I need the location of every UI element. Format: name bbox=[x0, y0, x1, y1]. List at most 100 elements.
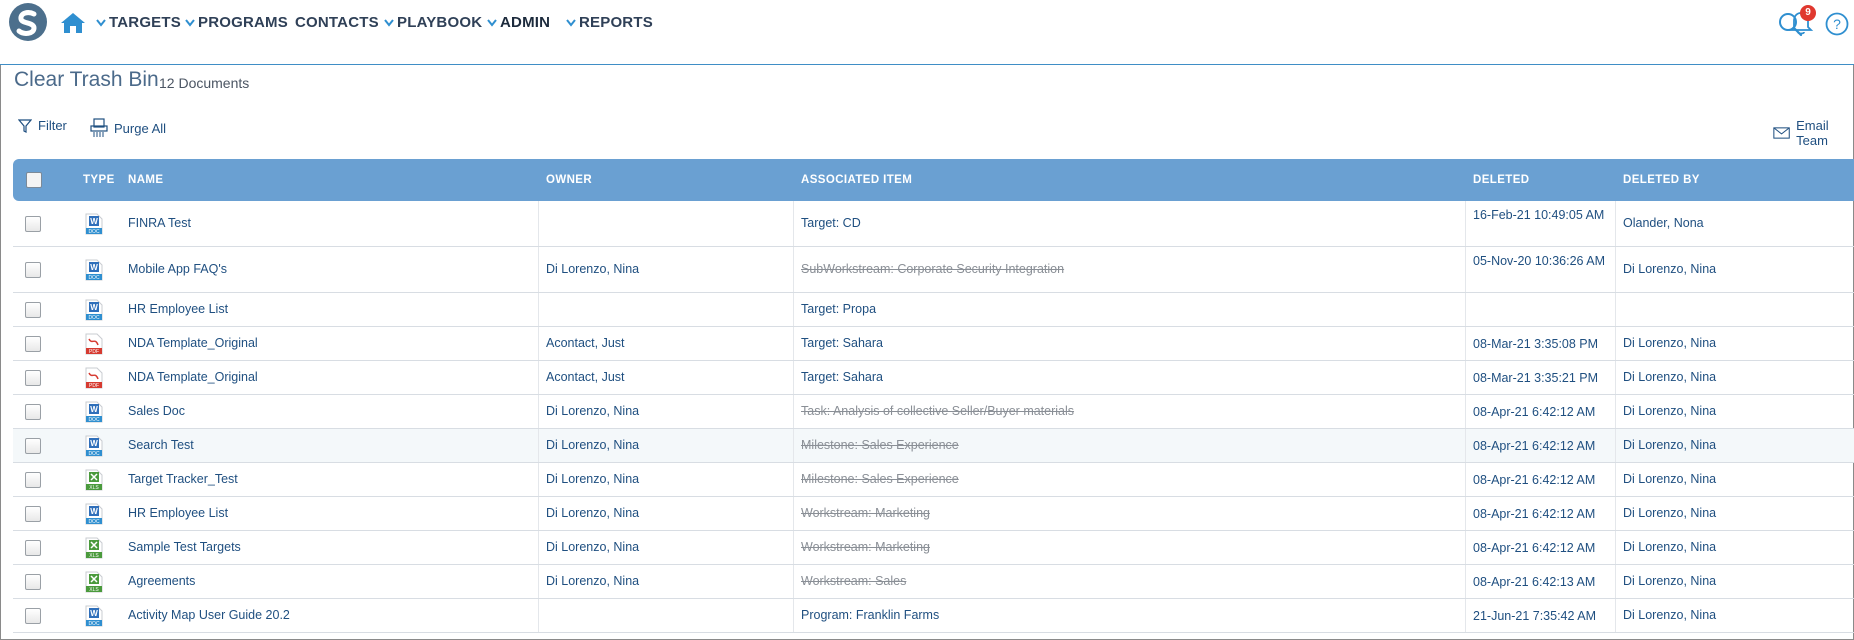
document-count: 12 Documents bbox=[159, 75, 250, 91]
column-divider bbox=[793, 565, 794, 598]
column-header-deleted[interactable]: DELETED bbox=[1473, 174, 1529, 186]
column-divider bbox=[538, 531, 539, 564]
table-row[interactable]: XLS Agreements Di Lorenzo, Nina Workstream:… bbox=[13, 565, 1854, 599]
table-row[interactable]: PDF NDA Template_Original Acontact, Just Ta… bbox=[13, 327, 1854, 361]
document-name-link[interactable]: Sales Doc bbox=[128, 404, 185, 418]
row-checkbox[interactable] bbox=[25, 539, 41, 556]
deleted-by-cell: Di Lorenzo, Nina bbox=[1623, 335, 1717, 350]
owner-cell: Di Lorenzo, Nina bbox=[546, 505, 640, 520]
document-name-link[interactable]: NDA Template_Original bbox=[128, 336, 258, 350]
svg-text:DOC: DOC bbox=[88, 315, 100, 321]
help-icon[interactable]: ? bbox=[1825, 12, 1849, 36]
nav-reports[interactable]: REPORTS bbox=[566, 14, 653, 31]
document-name-link[interactable]: Activity Map User Guide 20.2 bbox=[128, 608, 290, 622]
associated-item-link[interactable]: Target: Propa bbox=[801, 302, 876, 316]
document-name-link[interactable]: Search Test bbox=[128, 438, 194, 452]
row-checkbox[interactable] bbox=[25, 471, 41, 488]
home-icon[interactable] bbox=[60, 12, 86, 34]
document-name-link[interactable]: FINRA Test bbox=[128, 216, 191, 230]
purge-all-button[interactable]: Purge All bbox=[90, 118, 166, 138]
column-header-associated-item[interactable]: ASSOCIATED ITEM bbox=[801, 174, 912, 186]
table-row[interactable]: W DOC Sales Doc Di Lorenzo, Nina Task: Analy… bbox=[13, 395, 1854, 429]
row-checkbox[interactable] bbox=[25, 573, 41, 590]
associated-item-link[interactable]: Workstream: Marketing bbox=[801, 540, 930, 554]
column-header-name[interactable]: NAME bbox=[128, 174, 163, 186]
shredder-icon bbox=[90, 118, 108, 137]
deleted-date-cell: 08-Apr-21 6:42:12 AM bbox=[1473, 540, 1596, 555]
deleted-date-cell: 21-Jun-21 7:35:42 AM bbox=[1473, 608, 1596, 623]
nav-playbook[interactable]: PLAYBOOK bbox=[384, 14, 482, 31]
table-row[interactable]: W DOC Mobile App FAQ's Di Lorenzo, Nina SubW… bbox=[13, 247, 1854, 293]
nav-label: PROGRAMS bbox=[198, 14, 288, 31]
row-checkbox[interactable] bbox=[25, 335, 41, 352]
row-checkbox[interactable] bbox=[25, 369, 41, 386]
svg-text:W: W bbox=[90, 263, 98, 272]
column-divider bbox=[793, 429, 794, 462]
column-divider bbox=[1615, 565, 1616, 598]
column-divider bbox=[1615, 463, 1616, 496]
document-name-link[interactable]: Agreements bbox=[128, 574, 195, 588]
associated-item-link[interactable]: Target: CD bbox=[801, 216, 861, 230]
row-checkbox[interactable] bbox=[25, 505, 41, 522]
table-row[interactable]: W DOC Search Test Di Lorenzo, Nina Milestone… bbox=[13, 429, 1854, 463]
owner-cell: Di Lorenzo, Nina bbox=[546, 403, 640, 418]
column-divider bbox=[538, 429, 539, 462]
column-divider bbox=[538, 327, 539, 360]
column-divider bbox=[1465, 497, 1466, 530]
deleted-by-cell: Di Lorenzo, Nina bbox=[1623, 573, 1717, 588]
document-name-link[interactable]: NDA Template_Original bbox=[128, 370, 258, 384]
row-checkbox[interactable] bbox=[25, 301, 41, 318]
document-name-link[interactable]: Target Tracker_Test bbox=[128, 472, 238, 486]
document-name-link[interactable]: HR Employee List bbox=[128, 506, 228, 520]
table-row[interactable]: W DOC FINRA Test Target: CD 16-Feb-21 10:49:… bbox=[13, 201, 1854, 247]
column-divider bbox=[1465, 531, 1466, 564]
associated-item-link[interactable]: Workstream: Sales bbox=[801, 574, 906, 588]
row-checkbox[interactable] bbox=[25, 215, 41, 232]
row-checkbox[interactable] bbox=[25, 403, 41, 420]
table-row[interactable]: XLS Target Tracker_Test Di Lorenzo, Nina Mi… bbox=[13, 463, 1854, 497]
associated-item-link[interactable]: SubWorkstream: Corporate Security Integr… bbox=[801, 262, 1064, 276]
row-checkbox[interactable] bbox=[25, 437, 41, 454]
associated-item-link[interactable]: Target: Sahara bbox=[801, 336, 883, 350]
nav-targets[interactable]: TARGETS bbox=[96, 14, 181, 31]
nav-contacts[interactable]: CONTACTS bbox=[295, 14, 379, 31]
svg-text:XLS: XLS bbox=[89, 553, 99, 559]
column-divider bbox=[1615, 201, 1616, 246]
svg-text:W: W bbox=[90, 217, 98, 226]
document-name-link[interactable]: Mobile App FAQ's bbox=[128, 262, 227, 276]
column-divider bbox=[538, 247, 539, 292]
table-row[interactable]: XLS Sample Test Targets Di Lorenzo, Nina Wo… bbox=[13, 531, 1854, 565]
column-header-owner[interactable]: OWNER bbox=[546, 174, 592, 186]
select-all-checkbox[interactable] bbox=[26, 172, 42, 188]
document-name-link[interactable]: Sample Test Targets bbox=[128, 540, 241, 554]
column-divider bbox=[538, 361, 539, 394]
row-checkbox[interactable] bbox=[25, 607, 41, 624]
column-header-type[interactable]: TYPE bbox=[83, 174, 115, 186]
associated-item-link[interactable]: Program: Franklin Farms bbox=[801, 608, 939, 622]
deleted-date-cell: 08-Apr-21 6:42:12 AM bbox=[1473, 438, 1596, 453]
table-row[interactable]: W DOC Activity Map User Guide 20.2 Program:… bbox=[13, 599, 1854, 633]
table-row[interactable]: W DOC HR Employee List Target: Propa bbox=[13, 293, 1854, 327]
nav-programs[interactable]: PROGRAMS bbox=[185, 14, 288, 31]
associated-item-link[interactable]: Milestone: Sales Experience bbox=[801, 438, 959, 452]
table-row[interactable]: W DOC HR Employee List Di Lorenzo, Nina Work… bbox=[13, 497, 1854, 531]
owner-cell: Di Lorenzo, Nina bbox=[546, 573, 640, 588]
deleted-by-cell: Di Lorenzo, Nina bbox=[1623, 403, 1717, 418]
row-checkbox[interactable] bbox=[25, 261, 41, 278]
table-row[interactable]: PDF NDA Template_Original Acontact, Just Ta… bbox=[13, 361, 1854, 395]
column-divider bbox=[538, 293, 539, 326]
column-divider bbox=[793, 361, 794, 394]
column-header-deleted-by[interactable]: DELETED BY bbox=[1623, 174, 1700, 186]
email-team-button[interactable]: Email Team bbox=[1773, 118, 1854, 148]
app-logo-icon[interactable] bbox=[8, 2, 48, 42]
column-divider bbox=[793, 247, 794, 292]
nav-admin[interactable]: ADMIN bbox=[487, 14, 550, 31]
deleted-by-cell: Di Lorenzo, Nina bbox=[1623, 471, 1717, 486]
associated-item-link[interactable]: Task: Analysis of collective Seller/Buye… bbox=[801, 404, 1074, 418]
filter-button[interactable]: Filter bbox=[18, 118, 67, 133]
associated-item-link[interactable]: Workstream: Marketing bbox=[801, 506, 930, 520]
associated-item-link[interactable]: Target: Sahara bbox=[801, 370, 883, 384]
deleted-by-cell: Olander, Nona bbox=[1623, 215, 1704, 230]
document-name-link[interactable]: HR Employee List bbox=[128, 302, 228, 316]
associated-item-link[interactable]: Milestone: Sales Experience bbox=[801, 472, 959, 486]
